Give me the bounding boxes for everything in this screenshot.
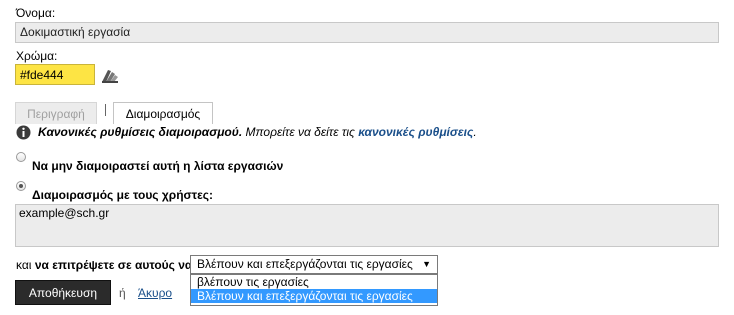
- tab-sharing[interactable]: Διαμοιρασμός: [113, 102, 213, 124]
- color-label: Χρώμα:: [16, 49, 58, 63]
- permission-select[interactable]: Βλέπουν και επεξεργάζονται τις εργασίες …: [190, 255, 438, 274]
- info-icon: [16, 125, 31, 140]
- color-input[interactable]: #fde444: [15, 64, 95, 85]
- permission-prefix-normal: και: [16, 258, 32, 272]
- normal-settings-link[interactable]: κανονικές ρυθμίσεις: [358, 125, 473, 139]
- name-input[interactable]: Δοκιμαστική εργασία: [15, 22, 719, 43]
- no-share-label: Να μην διαμοιραστεί αυτή η λίστα εργασιώ…: [32, 159, 284, 173]
- permission-option-edit[interactable]: Βλέπουν και επεξεργάζονται τις εργασίες: [191, 289, 437, 303]
- permission-selected-value: Βλέπουν και επεξεργάζονται τις εργασίες: [197, 257, 413, 271]
- or-label: ή: [119, 286, 126, 300]
- name-label: Όνομα:: [16, 6, 56, 20]
- cancel-link[interactable]: Άκυρο: [138, 286, 172, 300]
- share-users-radio[interactable]: [16, 181, 26, 191]
- no-share-radio[interactable]: [16, 152, 26, 162]
- share-users-label: Διαμοιρασμός με τους χρήστες:: [32, 188, 214, 202]
- permission-prefix-bold: να επιτρέψετε σε αυτούς να: [34, 258, 193, 272]
- permission-prefix: και να επιτρέψετε σε αυτούς να: [16, 258, 192, 272]
- sharing-info-text: Μπορείτε να δείτε τις: [245, 125, 355, 139]
- tab-separator: [105, 104, 106, 116]
- save-button[interactable]: Αποθήκευση: [15, 280, 111, 305]
- permission-dropdown: βλέπουν τις εργασίες Βλέπουν και επεξεργ…: [190, 274, 438, 306]
- tab-description[interactable]: Περιγραφή: [15, 102, 97, 124]
- sharing-info-end: .: [473, 125, 477, 139]
- palette-icon[interactable]: [100, 66, 120, 84]
- sharing-info: Κανονικές ρυθμίσεις διαμοιρασμού. Μπορεί…: [38, 125, 477, 139]
- permission-option-view[interactable]: βλέπουν τις εργασίες: [191, 275, 437, 289]
- users-textarea[interactable]: [15, 204, 719, 247]
- chevron-down-icon: ▼: [422, 259, 431, 269]
- sharing-info-title: Κανονικές ρυθμίσεις διαμοιρασμού.: [38, 125, 243, 139]
